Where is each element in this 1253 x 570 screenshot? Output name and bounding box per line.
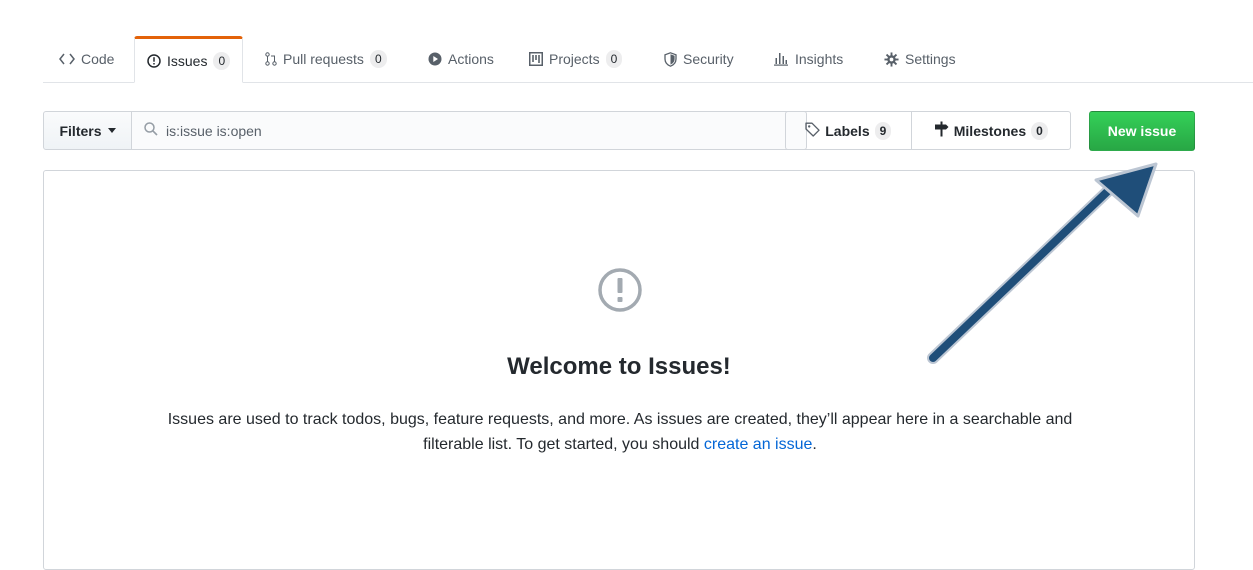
tab-security-label: Security <box>683 51 734 67</box>
labels-milestones-group: Labels 9 Milestones 0 <box>785 111 1071 150</box>
git-pull-request-icon <box>265 52 277 66</box>
project-icon <box>529 52 543 66</box>
tab-projects[interactable]: Projects 0 <box>529 36 623 82</box>
caret-down-icon <box>107 128 116 133</box>
tab-settings[interactable]: Settings <box>884 36 956 82</box>
pull-requests-counter: 0 <box>369 50 387 68</box>
milestone-icon <box>934 121 949 140</box>
issues-counter: 0 <box>213 51 231 70</box>
blankslate-description: Issues are used to track todos, bugs, fe… <box>164 407 1076 457</box>
tab-issues[interactable]: Issues 0 <box>134 36 244 83</box>
tab-issues-label: Issues <box>167 52 208 69</box>
tab-insights[interactable]: Insights <box>773 36 843 82</box>
tab-settings-label: Settings <box>905 51 956 67</box>
new-issue-button[interactable]: New issue <box>1089 111 1195 151</box>
tab-actions[interactable]: Actions <box>428 36 494 82</box>
tab-actions-label: Actions <box>448 51 494 67</box>
blankslate-text-part2: . <box>812 436 817 453</box>
tab-pull-requests-label: Pull requests <box>283 51 364 67</box>
projects-counter: 0 <box>605 50 623 68</box>
code-icon <box>59 53 75 65</box>
milestones-button[interactable]: Milestones 0 <box>912 112 1070 149</box>
issue-opened-icon <box>597 267 643 316</box>
tag-icon <box>805 122 820 140</box>
issues-search[interactable] <box>131 111 807 150</box>
filters-label: Filters <box>59 122 102 139</box>
search-input[interactable] <box>166 122 766 139</box>
tab-security[interactable]: Security <box>664 36 734 82</box>
create-issue-link[interactable]: create an issue <box>704 436 813 453</box>
milestones-label: Milestones <box>953 122 1027 139</box>
repo-tabnav: Code Issues 0 Pull requests 0 Actions Pr… <box>43 36 1253 83</box>
labels-label: Labels <box>825 122 870 139</box>
blankslate-title: Welcome to Issues! <box>507 353 731 380</box>
search-icon <box>144 122 158 139</box>
labels-counter: 9 <box>874 121 892 140</box>
milestones-counter: 0 <box>1031 121 1048 140</box>
play-icon <box>428 52 442 66</box>
gear-icon <box>884 51 899 67</box>
tab-projects-label: Projects <box>549 51 600 67</box>
filters-button[interactable]: Filters <box>43 111 132 150</box>
tab-code[interactable]: Code <box>59 36 114 82</box>
graph-icon <box>773 52 789 66</box>
issues-subnav: Filters Labels 9 Milestones 0 New issue <box>43 111 1195 152</box>
labels-button[interactable]: Labels 9 <box>786 112 912 149</box>
blankslate-text-part1: Issues are used to track todos, bugs, fe… <box>167 411 1073 453</box>
shield-icon <box>664 51 677 67</box>
tab-code-label: Code <box>81 51 115 67</box>
tab-insights-label: Insights <box>795 51 844 67</box>
issue-opened-icon <box>147 53 161 68</box>
tab-pull-requests[interactable]: Pull requests 0 <box>265 36 387 82</box>
issues-blankslate: Welcome to Issues! Issues are used to tr… <box>43 170 1195 570</box>
